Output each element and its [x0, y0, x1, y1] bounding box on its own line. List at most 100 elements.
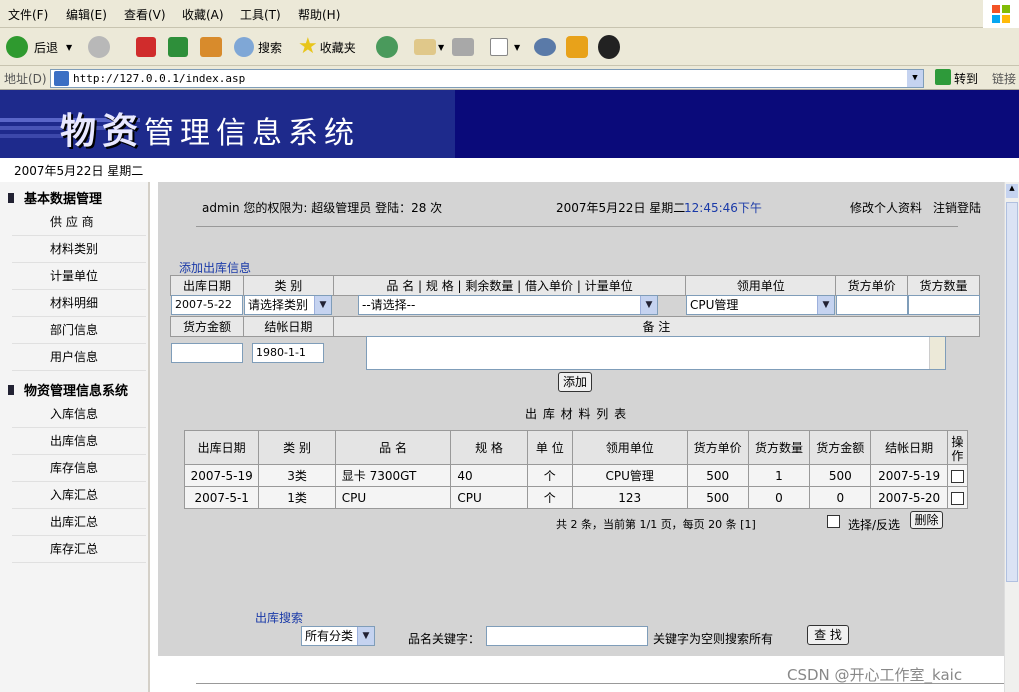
row-checkbox[interactable] — [950, 491, 964, 505]
star-icon: ★ — [298, 34, 318, 59]
back-arrow-icon — [6, 36, 28, 58]
address-dropdown-icon[interactable]: ▼ — [907, 70, 923, 87]
table-row: 2007-5-19 3类 显卡 7300GT 40 个 CPU管理 500 1 … — [183, 464, 969, 487]
sidebar-item-department[interactable]: 部门信息 — [12, 317, 146, 344]
address-label: 地址(D) — [4, 72, 47, 86]
back-button[interactable]: 后退 ▼ — [6, 34, 72, 60]
forward-arrow-icon — [88, 36, 110, 58]
list-title: 出 库 材 料 列 表 — [525, 407, 628, 421]
search-category-select[interactable]: 所有分类 ▼ — [301, 626, 375, 646]
search-submit-button[interactable]: 查 找 — [807, 625, 849, 645]
outbound-date-input[interactable]: 2007-5-22 — [171, 295, 243, 315]
address-input[interactable]: http://127.0.0.1/index.asp ▼ — [50, 69, 924, 88]
qq-button[interactable] — [598, 34, 620, 60]
group-arrow-icon — [8, 384, 16, 395]
table-row: 2007-5-1 1类 CPU CPU 个 123 500 0 0 2007-5… — [183, 486, 969, 509]
item-select[interactable]: --请选择-- ▼ — [358, 295, 658, 315]
watermark: CSDN @开心工作室_kaic — [787, 666, 963, 684]
select-all-checkbox[interactable] — [827, 515, 840, 528]
scroll-up-icon[interactable]: ▲ — [1006, 184, 1018, 198]
system-title: 物资管理信息系统 — [60, 110, 361, 152]
bird-icon — [534, 38, 556, 56]
links-label[interactable]: 链接 — [992, 70, 1016, 87]
pager-text: 共 2 条，当前第 1/1 页，每页 20 条 [1] — [556, 518, 756, 531]
favorites-label: 收藏夹 — [319, 40, 356, 55]
current-time: 12:45:46下午 — [684, 201, 762, 215]
address-url: http://127.0.0.1/index.asp — [73, 72, 246, 85]
sidebar-item-stock[interactable]: 库存信息 — [12, 455, 146, 482]
search-title: 出库搜索 — [255, 611, 304, 625]
unit-price-input[interactable] — [836, 295, 908, 315]
windows-logo-icon — [983, 0, 1019, 28]
back-label: 后退 — [34, 40, 59, 55]
chevron-down-icon: ▼ — [357, 627, 374, 645]
sidebar-item-stock-summary[interactable]: 库存汇总 — [12, 536, 146, 563]
settle-date-input[interactable]: 1980-1-1 — [252, 343, 324, 363]
category-select[interactable]: 请选择类别 ▼ — [244, 295, 332, 315]
logout-link[interactable]: 注销登陆 — [933, 199, 981, 216]
quantity-input[interactable] — [908, 295, 980, 315]
sidebar: 基本数据管理 供 应 商 材料类别 计量单位 材料明细 部门信息 用户信息 物资… — [0, 182, 150, 692]
mail-icon — [414, 39, 436, 55]
row-checkbox-cell — [946, 464, 969, 487]
chevron-down-icon: ▼ — [314, 296, 331, 314]
sidebar-item-outbound[interactable]: 出库信息 — [12, 428, 146, 455]
edit-button[interactable]: ▼ — [490, 34, 520, 60]
search-label: 搜索 — [258, 40, 283, 55]
date-bar: 2007年5月22日 星期二 — [0, 158, 1019, 182]
refresh-button[interactable] — [168, 34, 188, 60]
history-button[interactable] — [376, 34, 398, 60]
messenger-button[interactable] — [534, 34, 556, 60]
word-icon — [490, 38, 508, 56]
remark-scrollbar[interactable] — [929, 337, 945, 369]
chevron-down-icon: ▼ — [640, 296, 657, 314]
sidebar-item-user[interactable]: 用户信息 — [12, 344, 146, 371]
go-button[interactable]: 转到 — [954, 70, 978, 87]
media-button[interactable] — [566, 34, 588, 60]
menu-favorites[interactable]: 收藏(A) — [182, 6, 224, 23]
sidebar-item-material[interactable]: 材料明细 — [12, 290, 146, 317]
row-checkbox[interactable] — [950, 469, 964, 483]
print-icon — [452, 38, 474, 56]
group-arrow-icon — [8, 192, 16, 203]
scroll-thumb[interactable] — [1006, 202, 1018, 582]
sidebar-item-inbound[interactable]: 入库信息 — [12, 401, 146, 428]
search-button[interactable]: 搜索 — [234, 34, 282, 60]
menu-edit[interactable]: 编辑(E) — [66, 6, 107, 23]
amount-input[interactable] — [171, 343, 243, 363]
home-button[interactable] — [200, 34, 222, 60]
sidebar-group-basic[interactable]: 基本数据管理 — [8, 188, 102, 207]
favorites-button[interactable]: ★ 收藏夹 — [298, 34, 356, 60]
sidebar-item-supplier[interactable]: 供 应 商 — [12, 209, 146, 236]
menu-view[interactable]: 查看(V) — [124, 6, 166, 23]
menu-tools[interactable]: 工具(T) — [240, 6, 281, 23]
stop-icon — [136, 37, 156, 57]
edit-profile-link[interactable]: 修改个人资料 — [850, 199, 922, 216]
page-icon — [54, 71, 69, 86]
add-button[interactable]: 添加 — [558, 372, 592, 392]
page-scrollbar[interactable]: ▲ — [1004, 182, 1019, 692]
menu-help[interactable]: 帮助(H) — [298, 6, 340, 23]
row-checkbox-cell — [946, 486, 969, 509]
keyword-input[interactable] — [486, 626, 648, 646]
history-icon — [376, 36, 398, 58]
refresh-icon — [168, 37, 188, 57]
play-icon — [566, 36, 588, 58]
penguin-icon — [598, 35, 620, 59]
search-hint: 关键字为空则搜索所有 — [653, 632, 774, 646]
forward-button[interactable] — [88, 34, 110, 60]
sidebar-item-inbound-summary[interactable]: 入库汇总 — [12, 482, 146, 509]
sidebar-group-material[interactable]: 物资管理信息系统 — [8, 380, 128, 399]
sidebar-item-unit[interactable]: 计量单位 — [12, 263, 146, 290]
department-select[interactable]: CPU管理 ▼ — [686, 295, 835, 315]
remark-textarea[interactable] — [366, 336, 946, 370]
mail-button[interactable]: ▼ — [414, 34, 444, 60]
delete-button[interactable]: 删除 — [910, 511, 943, 529]
stop-button[interactable] — [136, 34, 156, 60]
menu-file[interactable]: 文件(F) — [8, 6, 48, 23]
sidebar-item-outbound-summary[interactable]: 出库汇总 — [12, 509, 146, 536]
select-all-label: 选择/反选 — [848, 518, 901, 532]
print-button[interactable] — [452, 34, 474, 60]
sidebar-item-category[interactable]: 材料类别 — [12, 236, 146, 263]
current-date: 2007年5月22日 星期二 — [556, 201, 686, 215]
